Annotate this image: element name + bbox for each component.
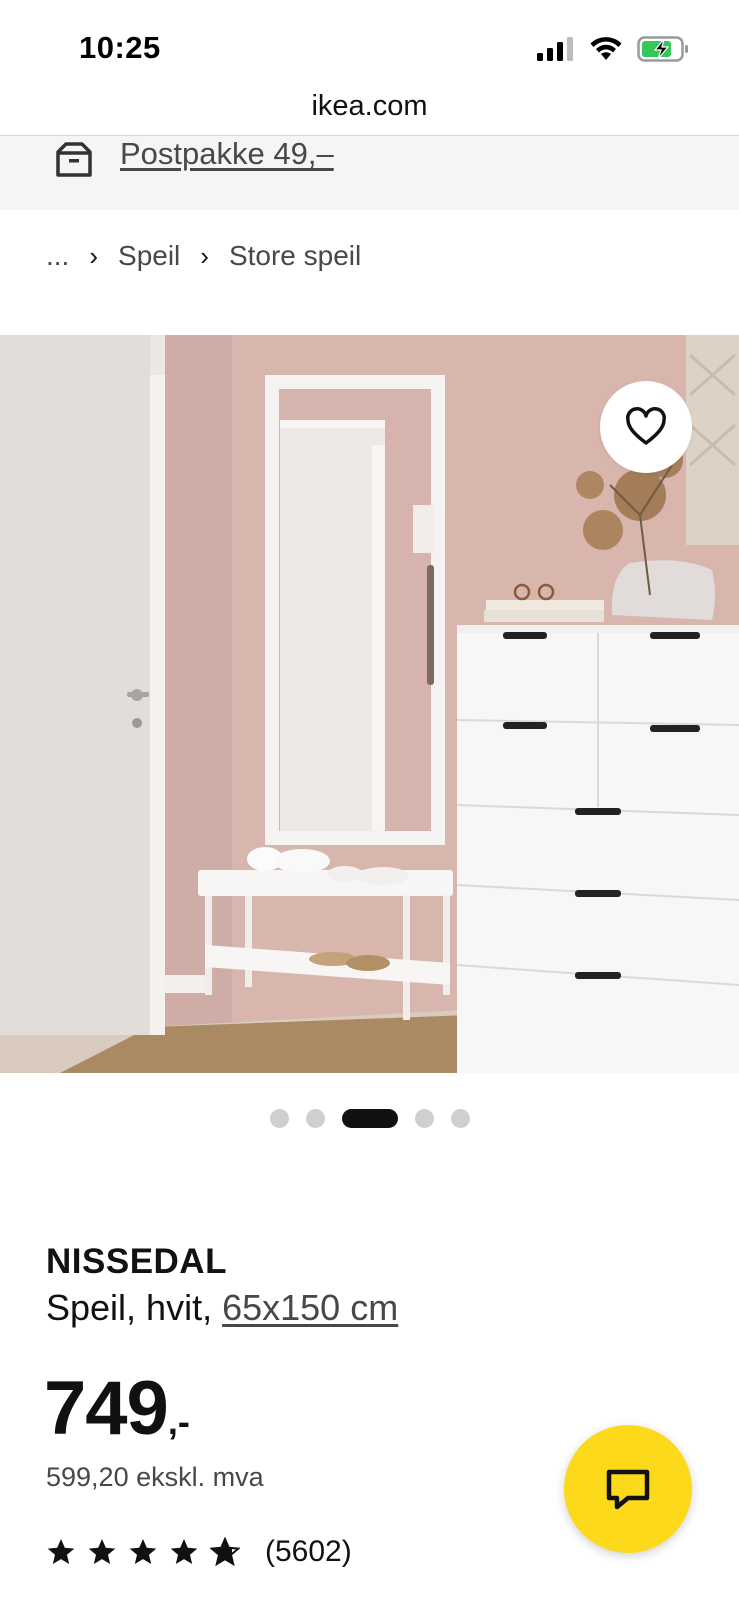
package-icon	[56, 142, 92, 177]
carousel-dot[interactable]	[450, 1109, 470, 1128]
carousel-dot[interactable]	[414, 1109, 434, 1128]
carousel-dot-active[interactable]	[341, 1109, 398, 1128]
price-excluding-vat: 599,20 ekskl. mva	[46, 1462, 264, 1492]
star-icon	[88, 1539, 116, 1564]
wifi-icon	[590, 37, 622, 60]
status-time: 10:25	[79, 30, 161, 65]
product-size-link[interactable]: 65x150 cm	[222, 1287, 398, 1328]
product-name: NISSEDAL	[46, 1242, 227, 1281]
chevron-right-icon: ›	[89, 240, 99, 271]
price-suffix: ,-	[167, 1401, 190, 1442]
heart-icon	[626, 407, 666, 445]
price-main: 749	[44, 1366, 169, 1451]
breadcrumb: ... › Speil › Store speil	[46, 240, 361, 272]
chat-bubble-icon	[606, 1469, 650, 1510]
carousel-dot[interactable]	[269, 1109, 289, 1128]
breadcrumb-item-ellipsis[interactable]: ...	[46, 240, 69, 272]
star-icon	[47, 1539, 75, 1564]
status-icons	[537, 36, 689, 62]
status-bar: 10:25	[0, 0, 739, 90]
product-price: 749,-	[44, 1365, 190, 1452]
chevron-right-icon: ›	[200, 240, 209, 271]
chat-button[interactable]	[564, 1425, 692, 1553]
breadcrumb-item-speil[interactable]: Speil	[118, 240, 180, 272]
delivery-price-link[interactable]: Postpakke 49,–	[120, 136, 334, 172]
product-description: Speil, hvit, 65x150 cm	[46, 1287, 398, 1329]
delivery-banner: Postpakke 49,–	[0, 136, 739, 210]
battery-charging-icon	[637, 36, 688, 62]
carousel-dots	[0, 1109, 739, 1128]
product-rating[interactable]: (5602)	[46, 1535, 352, 1569]
star-half-icon	[210, 1537, 240, 1567]
breadcrumb-item-store-speil[interactable]: Store speil	[229, 240, 361, 272]
favorite-button[interactable]	[600, 381, 692, 473]
star-icon	[129, 1539, 157, 1564]
cellular-signal-icon	[537, 37, 573, 61]
carousel-dot[interactable]	[305, 1109, 325, 1128]
rating-count[interactable]: (5602)	[265, 1535, 352, 1569]
product-description-text: Speil, hvit,	[46, 1287, 223, 1328]
star-icon	[170, 1539, 198, 1564]
url-text[interactable]: ikea.com	[0, 90, 739, 123]
browser-url-bar[interactable]: ikea.com	[0, 84, 739, 136]
